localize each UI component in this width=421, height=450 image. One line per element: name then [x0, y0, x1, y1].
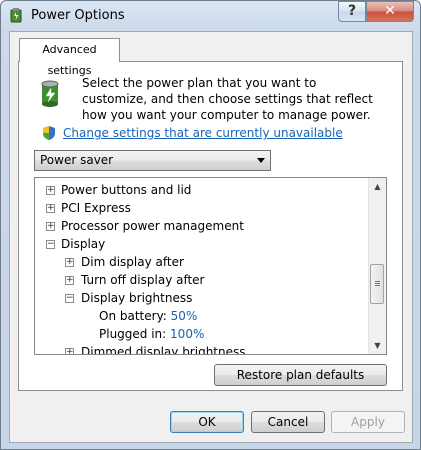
scrollbar-thumb[interactable]: [370, 264, 384, 304]
tree-item-turn-off-display[interactable]: + Turn off display after: [35, 271, 369, 289]
uac-shield-icon: [43, 126, 55, 140]
chevron-down-icon: [257, 158, 265, 163]
power-plan-selected: Power saver: [40, 153, 114, 167]
setting-value[interactable]: 100%: [170, 327, 204, 341]
scroll-up-arrow-icon[interactable]: ▲: [369, 178, 386, 195]
power-plan-dropdown[interactable]: Power saver: [34, 150, 271, 171]
tree-item-dim-display[interactable]: + Dim display after: [35, 253, 369, 271]
expand-icon[interactable]: +: [46, 204, 55, 213]
restore-plan-defaults-button[interactable]: Restore plan defaults: [214, 364, 387, 386]
collapse-icon[interactable]: −: [65, 294, 74, 303]
expand-icon[interactable]: +: [65, 258, 74, 267]
description-text: Select the power plan that you want to c…: [82, 76, 373, 122]
change-settings-link[interactable]: Change settings that are currently unava…: [63, 126, 343, 140]
tree-item-display-brightness[interactable]: − Display brightness: [35, 289, 369, 307]
dialog-client-area: Advanced settings Select the power plan …: [9, 31, 413, 443]
scroll-down-arrow-icon[interactable]: ▼: [369, 337, 386, 354]
grip-line: [375, 283, 380, 284]
tree-item-on-battery[interactable]: On battery: 50%: [35, 307, 369, 325]
power-options-icon: [10, 8, 22, 23]
tree-item-label: Dimmed display brightness: [81, 345, 246, 355]
vertical-scrollbar[interactable]: ▲ ▼: [368, 178, 386, 354]
collapse-icon[interactable]: −: [46, 240, 55, 249]
tree-item-processor-power[interactable]: + Processor power management: [35, 217, 369, 235]
expand-icon[interactable]: +: [46, 222, 55, 231]
tree-item-label: Turn off display after: [81, 273, 205, 287]
tree-item-power-buttons[interactable]: + Power buttons and lid: [35, 181, 369, 199]
tree-item-label: PCI Express: [61, 201, 131, 215]
tree-item-pci-express[interactable]: + PCI Express: [35, 199, 369, 217]
setting-label: Plugged in:: [99, 327, 167, 341]
tree-item-label: Display: [61, 237, 106, 251]
cancel-button[interactable]: Cancel: [251, 411, 325, 433]
expand-icon[interactable]: +: [46, 186, 55, 195]
tree-item-label: Dim display after: [81, 255, 184, 269]
apply-button[interactable]: Apply: [331, 411, 405, 433]
tree-item-label: Display brightness: [81, 291, 193, 305]
tree-item-label: Power buttons and lid: [61, 183, 192, 197]
title-bar[interactable]: Power Options ? ✕: [1, 1, 420, 31]
expand-icon[interactable]: +: [65, 348, 74, 354]
tab-advanced-settings[interactable]: Advanced settings: [19, 38, 120, 77]
close-button[interactable]: ✕: [366, 1, 414, 22]
tree-item-plugged-in[interactable]: Plugged in: 100%: [35, 325, 369, 343]
help-button[interactable]: ?: [338, 1, 366, 22]
tree-item-dimmed-brightness[interactable]: + Dimmed display brightness: [35, 343, 369, 355]
setting-value[interactable]: 50%: [171, 309, 198, 323]
window-title: Power Options: [31, 8, 125, 23]
ok-button[interactable]: OK: [170, 411, 244, 433]
setting-label: On battery:: [99, 309, 167, 323]
battery-icon: [41, 80, 59, 107]
tree-item-display[interactable]: − Display: [35, 235, 369, 253]
expand-icon[interactable]: +: [65, 276, 74, 285]
settings-tree[interactable]: + Power buttons and lid + PCI Express + …: [34, 177, 387, 355]
tree-item-label: Processor power management: [61, 219, 244, 233]
tree-rows: + Power buttons and lid + PCI Express + …: [35, 181, 369, 355]
grip-line: [375, 281, 380, 282]
power-options-window: Power Options ? ✕ Advanced settings Sele…: [0, 0, 421, 450]
grip-line: [375, 285, 380, 286]
